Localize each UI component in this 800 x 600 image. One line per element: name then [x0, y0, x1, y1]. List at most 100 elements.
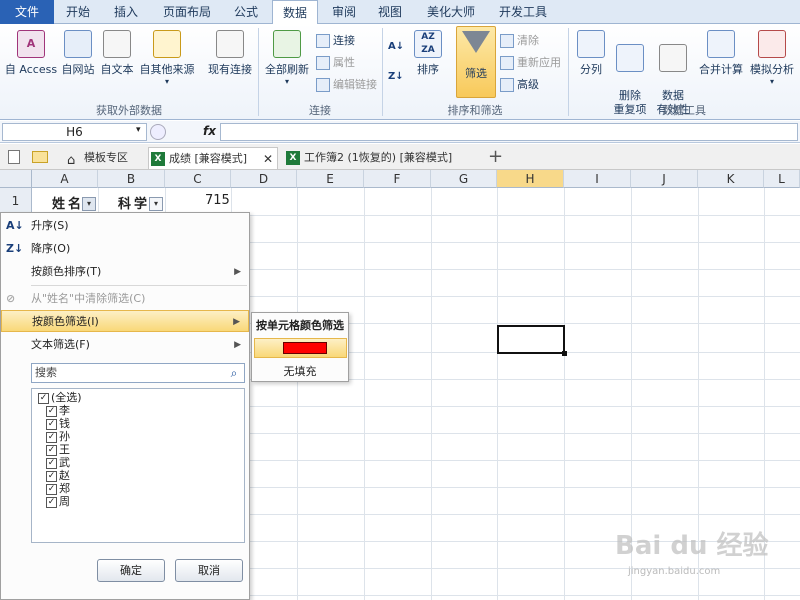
tab-developer[interactable]: 开发工具 [490, 0, 556, 24]
baidu-watermark: Bai du 经验 [615, 531, 769, 561]
connections-button[interactable]: 连接 [316, 32, 355, 50]
menu-filter-by-color[interactable]: 按颜色筛选(I) ▶ [1, 310, 249, 332]
list-item[interactable]: ✓ 钱 [46, 417, 70, 430]
close-icon[interactable]: ✕ [263, 148, 273, 170]
reapply-button[interactable]: 重新应用 [500, 54, 561, 72]
grid-line [297, 188, 298, 600]
database-icon [153, 30, 181, 58]
column-header[interactable]: K [698, 170, 764, 188]
sort-az-button[interactable]: A↓ [388, 38, 404, 56]
list-item[interactable]: ✓ 李 [46, 404, 70, 417]
advanced-filter-icon [500, 78, 514, 92]
filter-button[interactable]: 筛选 [456, 26, 496, 98]
connection-file-icon [216, 30, 244, 58]
sort-za-button[interactable]: Z↓ [388, 68, 404, 86]
menu-text-filters[interactable]: 文本筛选(F) ▶ [1, 334, 249, 356]
filter-dropdown-science[interactable]: ▾ [149, 197, 163, 211]
column-header[interactable]: A [32, 170, 98, 188]
tab-file[interactable]: 文件 [0, 0, 54, 24]
chevron-right-icon: ▶ [234, 340, 241, 350]
from-other-sources-button[interactable]: 自其他来源 ▾ [138, 30, 196, 86]
tab-formulas[interactable]: 公式 [226, 0, 266, 24]
color-option-red[interactable] [254, 338, 347, 358]
existing-connections-button[interactable]: 现有连接 [204, 30, 256, 77]
home-icon: ⌂ [67, 153, 76, 168]
tab-view[interactable]: 视图 [370, 0, 410, 24]
column-header[interactable]: C [165, 170, 231, 188]
tab-review[interactable]: 审阅 [324, 0, 364, 24]
from-text-button[interactable]: 自文本 [98, 30, 136, 77]
ribbon-data: A 自 Access 自网站 自文本 自其他来源 ▾ 现有连接 获取外部数据 全… [0, 24, 800, 120]
active-cell-h6[interactable] [497, 325, 567, 356]
column-header[interactable]: L [764, 170, 800, 188]
add-tab-icon[interactable]: + [488, 146, 503, 167]
menu-sort-descending[interactable]: Z↓ 降序(O) [1, 238, 249, 260]
list-item-select-all[interactable]: ✓ (全选) [38, 391, 82, 404]
tab-insert[interactable]: 插入 [106, 0, 146, 24]
column-header[interactable]: F [364, 170, 431, 188]
column-header[interactable]: B [98, 170, 165, 188]
edit-links-button[interactable]: 编辑链接 [316, 76, 377, 94]
column-header[interactable]: D [231, 170, 297, 188]
cancel-button[interactable]: 取消 [175, 559, 243, 582]
cell-c1[interactable]: 715 [205, 193, 230, 208]
column-header[interactable]: E [297, 170, 364, 188]
clear-filter-button[interactable]: 清除 [500, 32, 539, 50]
list-item[interactable]: ✓ 王 [46, 443, 70, 456]
chevron-down-icon[interactable]: ▾ [136, 125, 141, 135]
cell-b1[interactable]: 科学 [118, 193, 150, 212]
filter-by-color-submenu: 按单元格颜色筛选 无填充 [251, 312, 349, 382]
properties-button[interactable]: 属性 [316, 54, 355, 72]
tab-workbook-2[interactable]: X 工作簿2 (1恢复的) [兼容模式] [284, 147, 480, 169]
cell-a1[interactable]: 姓名 [52, 193, 84, 212]
advanced-filter-button[interactable]: 高级 [500, 76, 539, 94]
tab-beautify[interactable]: 美化大师 [418, 0, 484, 24]
select-all-corner[interactable] [0, 170, 32, 188]
consolidate-icon [707, 30, 735, 58]
color-option-no-fill[interactable]: 无填充 [252, 363, 348, 379]
menu-sort-ascending[interactable]: A↓ 升序(S) [1, 215, 249, 237]
clear-filter-icon [500, 34, 514, 48]
group-label-data-tools: 数据工具 [662, 104, 706, 117]
what-if-button[interactable]: 模拟分析 ▾ [746, 30, 798, 86]
tab-workbook-scores[interactable]: X 成绩 [兼容模式] ✕ [148, 147, 278, 169]
tab-data[interactable]: 数据 [272, 0, 318, 25]
column-header[interactable]: I [564, 170, 631, 188]
sort-az-icon: A↓ [6, 219, 24, 232]
column-header[interactable]: G [431, 170, 497, 188]
formula-input[interactable] [220, 123, 798, 141]
row-header[interactable]: 1 [0, 188, 32, 215]
tab-page-layout[interactable]: 页面布局 [154, 0, 220, 24]
properties-icon [316, 56, 330, 70]
new-file-icon[interactable] [8, 150, 20, 164]
consolidate-button[interactable]: 合并计算 [696, 30, 746, 77]
refresh-all-button[interactable]: 全部刷新 ▾ [262, 30, 312, 86]
workbook-tab-bar: ⌂ 模板专区 X 成绩 [兼容模式] ✕ X 工作簿2 (1恢复的) [兼容模式… [0, 144, 800, 170]
checkbox-checked-icon: ✓ [46, 444, 57, 456]
list-item[interactable]: ✓ 赵 [46, 469, 70, 482]
menu-clear-filter[interactable]: ⊘ 从"姓名"中清除筛选(C) [1, 288, 249, 310]
list-item[interactable]: ✓ 孙 [46, 430, 70, 443]
tab-home[interactable]: 开始 [58, 0, 98, 24]
list-item[interactable]: ✓ 武 [46, 456, 70, 469]
column-header[interactable]: H [497, 170, 564, 188]
column-header[interactable]: J [631, 170, 698, 188]
chevron-down-icon: ▾ [284, 77, 289, 86]
fx-icon[interactable]: fx [203, 124, 216, 138]
sort-button[interactable]: AZ ZA 排序 [412, 30, 444, 77]
folder-icon[interactable] [32, 151, 48, 163]
ok-button[interactable]: 确定 [97, 559, 165, 582]
baidu-watermark-url: jingyan.baidu.com [628, 566, 721, 577]
tab-template-zone[interactable]: ⌂ 模板专区 [64, 147, 140, 169]
text-to-columns-button[interactable]: 分列 [574, 30, 608, 77]
list-item[interactable]: ✓ 周 [46, 495, 70, 508]
name-box[interactable]: H6 [2, 123, 147, 141]
list-item[interactable]: ✓ 郑 [46, 482, 70, 495]
formula-collapse-icon[interactable] [150, 124, 166, 140]
filter-dropdown-name[interactable]: ▾ [82, 197, 96, 211]
from-web-button[interactable]: 自网站 [60, 30, 96, 77]
filter-search-input[interactable]: 搜索 ⌕ [31, 363, 245, 383]
from-access-button[interactable]: A 自 Access [4, 30, 58, 77]
menu-sort-by-color[interactable]: 按颜色排序(T) ▶ [1, 261, 249, 283]
sort-az-icon: A↓ [388, 41, 405, 52]
